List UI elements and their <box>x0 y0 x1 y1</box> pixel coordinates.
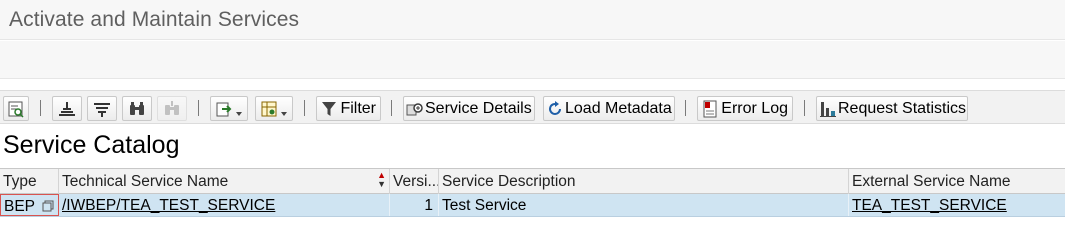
toolbar-separator <box>685 100 686 116</box>
column-header-type[interactable]: Type <box>0 169 59 194</box>
toolbar: Filter Service Details Load Metadata Err… <box>0 90 1065 124</box>
table-row[interactable]: BEP /IWBEP/TEA_TEST_SERVICE 1 Test Servi… <box>0 194 1065 217</box>
column-header-version[interactable]: Versi... <box>390 169 439 194</box>
section-title: Service Catalog <box>3 131 180 159</box>
refresh-icon <box>546 98 564 120</box>
header-strip <box>0 41 1065 79</box>
column-header-description[interactable]: Service Description <box>439 169 849 194</box>
page-title: Activate and Maintain Services <box>9 8 300 31</box>
request-statistics-label: Request Statistics <box>838 99 967 117</box>
type-value: BEP <box>4 198 36 215</box>
request-statistics-button[interactable]: Request Statistics <box>816 96 968 121</box>
service-details-icon <box>406 98 424 120</box>
find-next-button[interactable] <box>157 96 187 121</box>
filter-button[interactable]: Filter <box>316 96 381 121</box>
detail-view-icon <box>5 98 27 120</box>
error-log-icon <box>700 98 720 120</box>
column-header-label: Technical Service Name <box>62 173 229 190</box>
toolbar-separator <box>198 100 199 116</box>
binoculars-icon <box>126 98 148 120</box>
toolbar-separator <box>304 100 305 116</box>
load-metadata-button[interactable]: Load Metadata <box>543 96 675 121</box>
statistics-icon <box>819 98 837 120</box>
filter-icon <box>319 98 339 120</box>
toolbar-separator <box>391 100 392 116</box>
type-cell[interactable]: BEP <box>0 194 59 216</box>
layout-button[interactable] <box>255 96 293 121</box>
load-metadata-label: Load Metadata <box>565 99 672 117</box>
toolbar-separator <box>40 100 41 116</box>
select-detail-button[interactable] <box>3 96 29 121</box>
error-log-button[interactable]: Error Log <box>697 96 793 121</box>
table-header: Type Technical Service Name ▲ ▼ Versi... … <box>0 168 1065 194</box>
service-details-button[interactable]: Service Details <box>403 96 535 121</box>
description-cell: Test Service <box>439 194 849 216</box>
version-cell: 1 <box>390 194 439 216</box>
find-button[interactable] <box>122 96 152 121</box>
sort-indicator-icon: ▲ ▼ <box>377 170 386 189</box>
external-service-name-link[interactable]: TEA_TEST_SERVICE <box>849 194 1065 216</box>
sort-descending-icon <box>91 98 113 120</box>
chevron-down-icon <box>236 111 242 116</box>
copy-icon[interactable] <box>42 199 54 215</box>
error-log-label: Error Log <box>721 99 788 117</box>
sort-ascending-icon <box>56 98 78 120</box>
sort-descending-button[interactable] <box>87 96 117 121</box>
title-bar: Activate and Maintain Services <box>0 0 1065 40</box>
layout-icon <box>258 98 280 120</box>
toolbar-separator <box>804 100 805 116</box>
column-header-external-name[interactable]: External Service Name <box>849 169 1065 194</box>
service-details-label: Service Details <box>425 99 532 117</box>
export-button[interactable] <box>210 96 248 121</box>
column-header-technical-name[interactable]: Technical Service Name ▲ ▼ <box>59 169 390 194</box>
binoculars-next-icon <box>161 98 183 120</box>
export-icon <box>213 98 235 120</box>
filter-label: Filter <box>340 99 376 117</box>
sort-ascending-button[interactable] <box>52 96 82 121</box>
technical-service-name-link[interactable]: /IWBEP/TEA_TEST_SERVICE <box>59 194 390 216</box>
chevron-down-icon <box>281 111 287 116</box>
